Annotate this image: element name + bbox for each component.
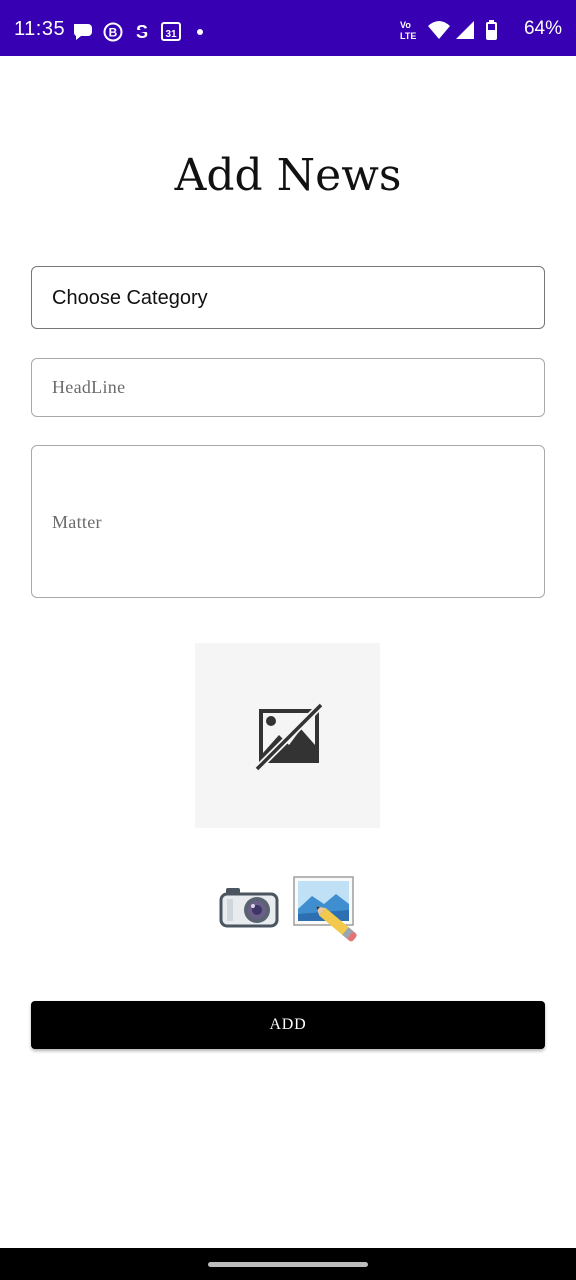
svg-text:B: B xyxy=(109,26,118,40)
b-circle-icon: B xyxy=(103,22,123,42)
page-title: Add News xyxy=(174,150,402,201)
svg-text:Vo: Vo xyxy=(400,20,411,30)
battery-icon xyxy=(486,20,497,40)
camera-icon[interactable] xyxy=(219,886,281,932)
matter-placeholder: Matter xyxy=(52,512,102,532)
calendar-31-icon: 31 xyxy=(161,22,181,41)
add-button[interactable]: ADD xyxy=(31,1001,545,1049)
wifi-icon xyxy=(428,21,450,39)
chat-bubble-icon xyxy=(73,24,92,40)
image-preview xyxy=(195,643,380,828)
dot-icon xyxy=(197,29,203,35)
svg-text:LTE: LTE xyxy=(400,31,416,41)
notification-icons: B S 31 xyxy=(73,22,203,42)
matter-input[interactable]: Matter xyxy=(31,445,545,598)
broken-image-icon xyxy=(254,702,323,771)
system-status-icons: Vo LTE xyxy=(400,20,497,41)
volte-icon: Vo LTE xyxy=(400,20,416,41)
category-label: Choose Category xyxy=(52,287,208,309)
svg-text:31: 31 xyxy=(165,29,177,40)
home-indicator[interactable] xyxy=(208,1262,368,1267)
status-time: 11:35 xyxy=(14,18,66,40)
status-bar: 11:35 B S 31 Vo LTE xyxy=(0,0,576,56)
headline-placeholder: HeadLine xyxy=(52,377,126,397)
s-icon: S xyxy=(135,22,149,42)
signal-icon xyxy=(456,21,474,39)
navigation-bar xyxy=(0,1248,576,1280)
battery-percentage: 64% xyxy=(523,18,562,39)
image-edit-icon[interactable] xyxy=(292,874,362,944)
category-select[interactable]: Choose Category xyxy=(31,266,545,329)
headline-input[interactable]: HeadLine xyxy=(31,358,545,417)
